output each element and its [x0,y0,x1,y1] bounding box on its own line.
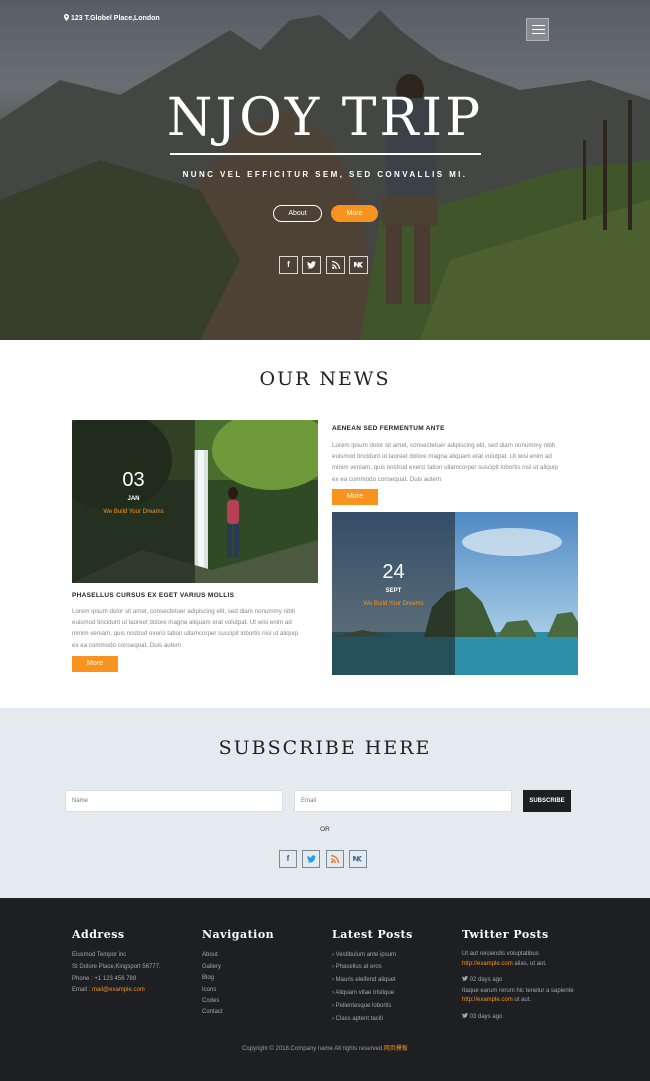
menu-line-icon [532,33,545,34]
post-title[interactable]: Pellentesque lobortis [336,1003,392,1009]
twitter-icon[interactable] [302,256,321,274]
footer-latest-posts-title: Latest Posts [332,928,413,941]
facebook-icon[interactable]: f [279,850,297,868]
twitter-icon[interactable] [302,850,320,868]
post-title[interactable]: Mauris eleifend aliquet [336,977,396,983]
news-text-line: minim veniam, quis nostrud exerci tation… [72,630,298,638]
tweet-text: http://example.com ut aut. [462,997,531,1003]
news-heading[interactable]: PHASELLUS CURSUS EX EGET VARIUS MOLLIS [72,592,234,599]
footer-nav-contact[interactable]: Contact [202,1009,223,1015]
menu-line-icon [532,25,545,26]
news-more-button[interactable]: More [72,656,118,672]
news-text-line: ex ea commodo consequat. Duis autem [332,475,442,483]
about-button[interactable]: About [273,205,322,222]
news-date-month: SEPT [385,588,402,594]
news-text-line: euismod tincidunt ut laoreet dolore magn… [332,453,552,461]
post-title[interactable]: Vestibulum ante ipsum [336,952,396,958]
news-text-line: ex ea commodo consequat. Duis autem [72,641,182,649]
footer-email-link[interactable]: mail@example.com [92,987,145,993]
post-title[interactable]: Aliquam vitae tristique [335,990,394,996]
rss-icon[interactable] [326,850,344,868]
or-separator: OR [320,826,330,833]
news-date-day: 24 [382,561,405,583]
footer-address-line: St Dolore Place,Kingsport 56777. [72,964,161,970]
news-text-line: Lorem ipsum dolor sit amet, consectetuer… [332,442,556,449]
footer-post-link[interactable]: › Pellentesque lobortis [332,1003,391,1009]
tweet-text: Ut aut reiciendis voluptatibus [462,951,539,957]
copyright-text: Copyright © 2018.Company name All rights… [242,1046,384,1052]
tweet-text-tail: ut aut. [512,997,532,1003]
footer-post-link[interactable]: › Phasellus at eros [332,964,382,970]
hero-address: 123 T.Globel Place,London [64,14,160,22]
hero-subtitle: NUNC VEL EFFICITUR SEM, SED CONVALLIS MI… [182,170,468,179]
footer-post-link[interactable]: › Mauris eleifend aliquet [332,977,396,983]
footer-address-title: Address [72,928,125,941]
news-date-day: 03 [122,469,145,491]
news-text-line: minim veniam, quis nostrud exerci tation… [332,464,558,472]
tweet-time-text: 03 days ago [469,1014,503,1020]
footer-email-line: Email : mail@example.com [72,987,145,993]
email-input[interactable]: Email [294,790,512,812]
tweet-time: 02 days ago [462,976,502,983]
tweet-time-text: 02 days ago [469,977,503,983]
post-title[interactable]: Class aptent taciti [336,1016,383,1022]
twitter-bird-icon [462,976,468,981]
footer-twitter-title: Twitter Posts [462,928,549,941]
copyright: Copyright © 2018.Company name All rights… [0,1043,650,1052]
hamburger-menu-button[interactable] [526,18,549,41]
menu-line-icon [532,29,545,30]
footer-nav-gallery[interactable]: Gallery [202,964,221,970]
tweet-time: 03 days ago [462,1013,502,1020]
vk-icon[interactable] [349,850,367,868]
vk-icon[interactable] [349,256,368,274]
news-text-line: euismod tincidunt ut laoreet dolore magn… [72,619,292,627]
more-button[interactable]: More [331,205,378,222]
news-section-title: OUR NEWS [259,368,391,390]
name-input[interactable]: Name [65,790,283,812]
twitter-bird-icon [462,1013,468,1018]
tweet-link[interactable]: http://example.com [462,961,513,967]
footer-post-link[interactable]: › Class aptent taciti [332,1016,383,1022]
copyright-link[interactable]: 网页模板 [384,1046,408,1052]
news-text: Lorem ipsum dolor sit amet, consectetuer… [72,606,322,651]
address-text: 123 T.Globel Place,London [71,15,160,22]
news-text-line: Lorem ipsum dolor sit amet, consectetuer… [72,608,296,615]
footer-post-link[interactable]: › Vestibulum ante ipsum [332,952,396,958]
footer-address-line: Phone : +1 123 456 789 [72,976,137,982]
footer-post-link[interactable]: › Aliquam vitae tristique [332,990,394,996]
tweet-text-tail: alias, ut aut. [512,961,547,967]
footer-nav-codes[interactable]: Codes [202,998,219,1004]
tweet-text: Itaque earum rerum hic tenetur a sapient… [462,988,574,994]
hero-divider [170,153,481,155]
map-marker-icon [64,14,69,21]
footer-nav-icons[interactable]: Icons [202,987,216,993]
facebook-icon[interactable]: f [279,256,298,274]
subscribe-button[interactable]: SUBSCRIBE [523,790,571,812]
news-date-tagline: We Build Your Dreams [363,601,424,607]
footer-navigation-title: Navigation [202,928,275,941]
footer-nav-about[interactable]: About [202,952,218,958]
post-title[interactable]: Phasellus at eros [336,964,382,970]
tweet-link[interactable]: http://example.com [462,997,513,1003]
rss-icon[interactable] [326,256,345,274]
tweet-text: http://example.com alias, ut aut. [462,961,547,967]
email-label: Email : [72,987,93,993]
news-date-month: JAN [127,496,140,502]
news-more-button[interactable]: More [332,489,378,505]
footer-address-line: Eiusmod Tempor inc [72,952,127,958]
news-text: Lorem ipsum dolor sit amet, consectetuer… [332,440,582,485]
news-heading[interactable]: AENEAN SED FERMENTUM ANTE [332,425,445,432]
news-date-tagline: We Build Your Dreams [103,509,164,515]
footer-nav-blog[interactable]: Blog [202,975,214,981]
subscribe-title: SUBSCRIBE HERE [218,737,432,759]
hero-title: NJOY TRIP [166,88,484,148]
